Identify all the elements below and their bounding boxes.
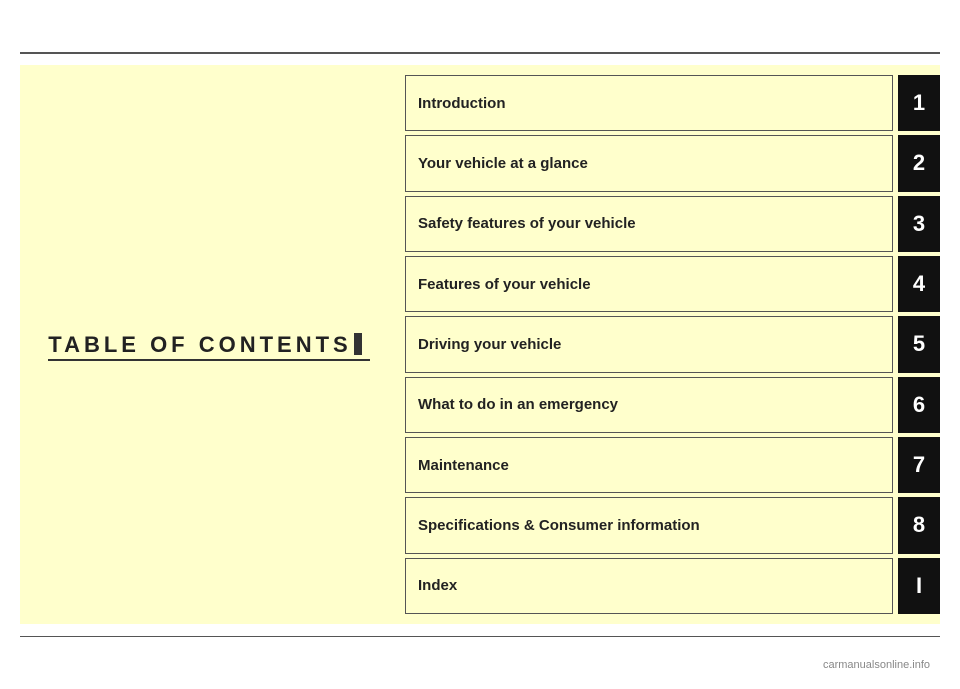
toc-item-label: Index	[418, 577, 457, 594]
toc-item-label: Safety features of your vehicle	[418, 215, 636, 232]
toc-item-number: 8	[898, 497, 940, 553]
list-item: Driving your vehicle	[405, 316, 893, 372]
table-row[interactable]: Driving your vehicle 5	[405, 316, 940, 372]
toc-item-number: I	[898, 558, 940, 614]
bottom-divider	[20, 636, 940, 638]
list-item: Features of your vehicle	[405, 256, 893, 312]
table-row[interactable]: Specifications & Consumer information 8	[405, 497, 940, 553]
toc-item-number: 7	[898, 437, 940, 493]
list-item: Your vehicle at a glance	[405, 135, 893, 191]
list-item: Maintenance	[405, 437, 893, 493]
toc-list: Introduction1Your vehicle at a glance2Sa…	[390, 65, 940, 624]
toc-item-number: 1	[898, 75, 940, 131]
table-row[interactable]: What to do in an emergency 6	[405, 377, 940, 433]
toc-item-label: Specifications & Consumer information	[418, 517, 700, 534]
main-content: TABLE OF CONTENTS Introduction1Your vehi…	[20, 65, 940, 624]
toc-item-label: Introduction	[418, 95, 505, 112]
toc-title-text: TABLE OF CONTENTS	[48, 332, 351, 357]
toc-item-number: 5	[898, 316, 940, 372]
table-row[interactable]: Safety features of your vehicle 3	[405, 196, 940, 252]
watermark: carmanualsonline.info	[823, 659, 930, 671]
left-panel: TABLE OF CONTENTS	[20, 65, 390, 624]
toc-item-label: Maintenance	[418, 457, 509, 474]
toc-title: TABLE OF CONTENTS	[48, 332, 361, 358]
list-item: Index	[405, 558, 893, 614]
table-row[interactable]: Maintenance 7	[405, 437, 940, 493]
toc-item-number: 6	[898, 377, 940, 433]
toc-item-label: Your vehicle at a glance	[418, 155, 588, 172]
toc-item-label: Driving your vehicle	[418, 336, 561, 353]
toc-item-number: 3	[898, 196, 940, 252]
list-item: What to do in an emergency	[405, 377, 893, 433]
toc-item-label: What to do in an emergency	[418, 396, 618, 413]
toc-item-number: 2	[898, 135, 940, 191]
list-item: Introduction	[405, 75, 893, 131]
table-row[interactable]: Introduction 1	[405, 75, 940, 131]
top-divider	[20, 52, 940, 54]
table-row[interactable]: Features of your vehicle 4	[405, 256, 940, 312]
toc-cursor	[354, 333, 362, 355]
table-row[interactable]: Index I	[405, 558, 940, 614]
toc-item-number: 4	[898, 256, 940, 312]
list-item: Safety features of your vehicle	[405, 196, 893, 252]
toc-item-label: Features of your vehicle	[418, 276, 591, 293]
table-row[interactable]: Your vehicle at a glance 2	[405, 135, 940, 191]
list-item: Specifications & Consumer information	[405, 497, 893, 553]
